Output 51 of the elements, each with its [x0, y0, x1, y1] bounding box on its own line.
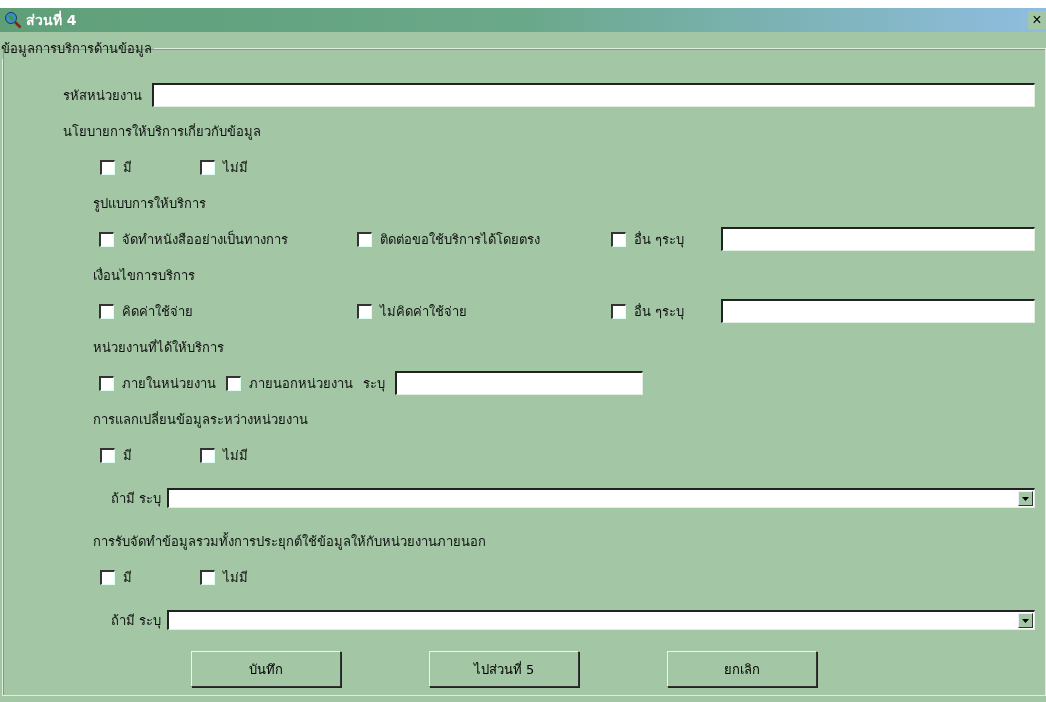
- checkbox-label: คิดค่าใช้จ่าย: [122, 302, 193, 321]
- input-field[interactable]: [152, 83, 1035, 107]
- checkbox[interactable]: [99, 303, 114, 319]
- action-button[interactable]: บันทึก: [191, 651, 341, 687]
- action-button[interactable]: ไปส่วนที่ 5: [429, 651, 579, 687]
- checkbox[interactable]: [226, 375, 241, 391]
- checkbox-label: จัดทำหนังสืออย่างเป็นทางการ: [122, 229, 288, 249]
- window-title: ส่วนที่ 4: [26, 9, 78, 30]
- close-button[interactable]: ×: [1028, 11, 1046, 29]
- input-field[interactable]: [721, 227, 1035, 251]
- input-field[interactable]: [395, 371, 643, 395]
- field-label: ระบุ: [363, 374, 385, 394]
- checkbox-label: มี: [123, 158, 132, 177]
- dropdown-field[interactable]: [167, 610, 1035, 630]
- section-heading: การรับจัดทำข้อมูลรวมทั้งการประยุกต์ใช้ข้อมูลให้กับหน่วยงานภายนอก: [93, 531, 486, 552]
- checkbox[interactable]: [200, 569, 215, 585]
- checkbox[interactable]: [200, 447, 215, 463]
- checkbox-label: ติดต่อขอใช้บริการได้โดยตรง: [380, 230, 540, 249]
- checkbox[interactable]: [100, 447, 115, 463]
- section-heading: การแลกเปลี่ยนข้อมูลระหว่างหน่วยงาน: [93, 410, 308, 430]
- checkbox[interactable]: [100, 159, 115, 175]
- checkbox-label: อื่น ๆระบุ: [634, 230, 685, 250]
- section-heading: เงื่อนไขการบริการ: [93, 266, 195, 285]
- checkbox[interactable]: [200, 159, 215, 175]
- checkbox-label: มี: [123, 568, 132, 587]
- checkbox-label: ไม่มี: [223, 568, 248, 587]
- checkbox[interactable]: [99, 231, 114, 247]
- checkbox[interactable]: [99, 375, 114, 391]
- section-heading: หน่วยงานที่ได้ให้บริการ: [93, 338, 224, 357]
- section-heading: นโยบายการให้บริการเกี่ยวกับข้อมูล: [63, 122, 261, 142]
- field-label: รหัสหน่วยงาน: [63, 86, 142, 105]
- checkbox-label: มี: [123, 446, 132, 465]
- input-field[interactable]: [721, 299, 1035, 323]
- dropdown-field[interactable]: [167, 488, 1035, 508]
- action-button[interactable]: ยกเลิก: [667, 651, 817, 687]
- field-label: ถ้ามี ระบุ: [111, 611, 162, 631]
- checkbox[interactable]: [357, 303, 372, 319]
- checkbox[interactable]: [100, 569, 115, 585]
- globe-magnifier-icon: [4, 11, 22, 29]
- checkbox-label: ไม่มี: [223, 158, 248, 177]
- checkbox[interactable]: [357, 231, 372, 247]
- field-label: ถ้ามี ระบุ: [111, 489, 162, 509]
- checkbox-label: อื่น ๆระบุ: [634, 302, 685, 322]
- group-title: ข้อมูลการบริการด้านข้อมูล: [0, 40, 153, 59]
- checkbox-label: ไม่มี: [223, 446, 248, 465]
- checkbox-label: ไม่คิดค่าใช้จ่าย: [380, 302, 467, 321]
- checkbox-label: ภายนอกหน่วยงาน: [249, 374, 353, 393]
- checkbox-label: ภายในหน่วยงาน: [122, 374, 216, 393]
- checkbox[interactable]: [611, 231, 626, 247]
- section-heading: รูปแบบการให้บริการ: [93, 194, 206, 214]
- checkbox[interactable]: [611, 303, 626, 319]
